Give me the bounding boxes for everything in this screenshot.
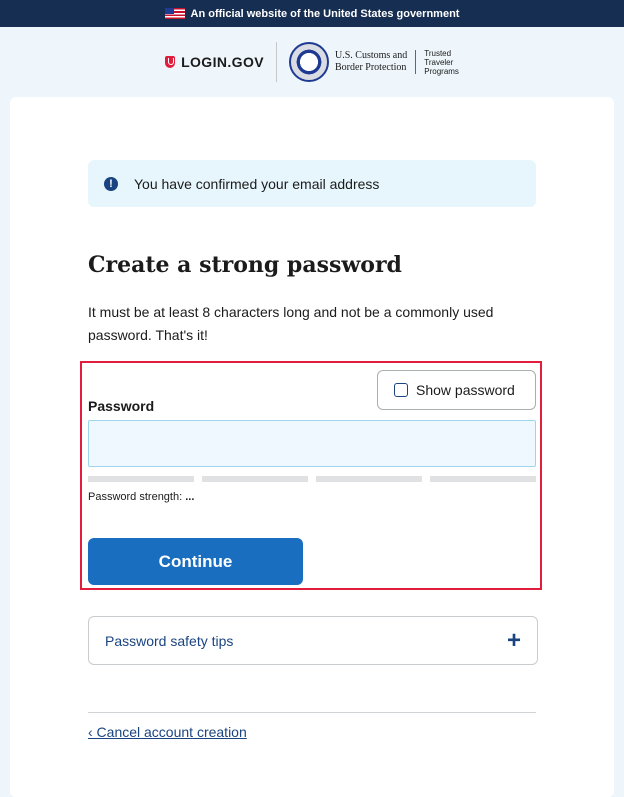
password-label: Password (88, 398, 155, 414)
strength-value: ... (185, 491, 195, 503)
agency-name: U.S. Customs and Border Protection (335, 50, 408, 73)
alert-text: You have confirmed your email address (134, 175, 380, 192)
program-name: Trusted Traveler Programs (424, 48, 459, 76)
strength-bar (430, 476, 536, 482)
continue-button[interactable]: Continue (88, 538, 303, 585)
strength-bar (88, 476, 194, 482)
info-icon: ! (104, 176, 118, 191)
agency-separator (415, 50, 417, 74)
strength-bar (316, 476, 422, 482)
password-tips-label[interactable]: Password safety tips (105, 633, 233, 649)
password-strength-text: Password strength: ... (88, 491, 195, 503)
cancel-account-link[interactable]: ‹ Cancel account creation (88, 724, 247, 740)
show-password-checkbox[interactable] (394, 383, 408, 397)
site-header: LOGIN.GOV U.S. Customs and Border Protec… (0, 27, 624, 97)
show-password-toggle[interactable]: Show password (377, 370, 536, 410)
gov-banner-text: An official website of the United States… (190, 7, 460, 20)
show-password-label[interactable]: Show password (416, 382, 515, 398)
strength-bar (202, 476, 308, 482)
login-gov-logo[interactable]: LOGIN.GOV (165, 54, 264, 70)
agency-logo: U.S. Customs and Border Protection Trust… (289, 42, 459, 82)
plus-icon[interactable]: + (507, 628, 521, 653)
header-divider (276, 42, 278, 82)
password-input[interactable] (88, 420, 536, 467)
success-alert: ! You have confirmed your email address (88, 160, 536, 207)
footer-divider (88, 712, 536, 713)
us-flag-icon (164, 8, 185, 19)
page-description: It must be at least 8 characters long an… (88, 304, 494, 343)
shield-icon (165, 56, 176, 68)
password-tips-accordion[interactable]: Password safety tips + (88, 616, 538, 665)
dhs-seal-icon (289, 42, 330, 82)
gov-banner: An official website of the United States… (0, 0, 624, 27)
logo-text: LOGIN.GOV (181, 54, 265, 70)
page-title: Create a strong password (88, 252, 402, 278)
password-strength-meter (88, 476, 536, 482)
